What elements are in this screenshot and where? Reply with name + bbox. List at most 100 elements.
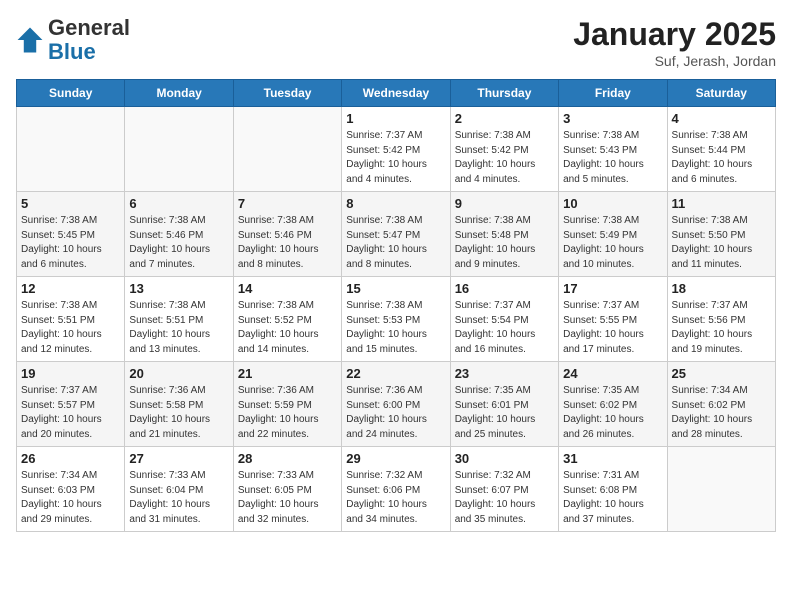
day-info: Sunrise: 7:38 AM Sunset: 5:52 PM Dayligh…: [238, 299, 337, 357]
calendar-cell: 25 Sunrise: 7:34 AM Sunset: 6:02 PM Dayli…: [667, 362, 775, 447]
calendar-week-1: 1 Sunrise: 7:37 AM Sunset: 5:42 PM Daylig…: [17, 107, 776, 192]
day-info: Sunrise: 7:37 AM Sunset: 5:57 PM Dayligh…: [21, 384, 120, 442]
calendar-cell: 13 Sunrise: 7:38 AM Sunset: 5:51 PM Dayli…: [125, 277, 233, 362]
day-number: 26: [21, 451, 120, 466]
day-number: 1: [346, 111, 445, 126]
logo-icon: [16, 26, 44, 54]
calendar-cell: 23 Sunrise: 7:35 AM Sunset: 6:01 PM Dayli…: [450, 362, 558, 447]
day-info: Sunrise: 7:36 AM Sunset: 5:58 PM Dayligh…: [129, 384, 228, 442]
day-info: Sunrise: 7:34 AM Sunset: 6:02 PM Dayligh…: [672, 384, 771, 442]
calendar-week-4: 19 Sunrise: 7:37 AM Sunset: 5:57 PM Dayli…: [17, 362, 776, 447]
day-info: Sunrise: 7:36 AM Sunset: 6:00 PM Dayligh…: [346, 384, 445, 442]
month-title: January 2025: [573, 16, 776, 53]
day-number: 19: [21, 366, 120, 381]
day-info: Sunrise: 7:35 AM Sunset: 6:01 PM Dayligh…: [455, 384, 554, 442]
day-number: 28: [238, 451, 337, 466]
logo: General Blue: [16, 16, 130, 64]
logo-general: General: [48, 15, 130, 40]
day-number: 4: [672, 111, 771, 126]
logo-blue: Blue: [48, 39, 96, 64]
day-number: 3: [563, 111, 662, 126]
day-number: 10: [563, 196, 662, 211]
calendar-cell: 12 Sunrise: 7:38 AM Sunset: 5:51 PM Dayli…: [17, 277, 125, 362]
calendar-cell: 26Sunrise: 7:34 AM Sunset: 6:03 PM Dayli…: [17, 447, 125, 532]
day-info: Sunrise: 7:32 AM Sunset: 6:07 PM Dayligh…: [455, 469, 554, 527]
title-block: January 2025 Suf, Jerash, Jordan: [573, 16, 776, 69]
calendar-cell: 11Sunrise: 7:38 AM Sunset: 5:50 PM Dayli…: [667, 192, 775, 277]
weekday-header-saturday: Saturday: [667, 80, 775, 107]
day-number: 8: [346, 196, 445, 211]
calendar-cell: 6Sunrise: 7:38 AM Sunset: 5:46 PM Daylig…: [125, 192, 233, 277]
day-number: 21: [238, 366, 337, 381]
day-number: 23: [455, 366, 554, 381]
calendar-cell: 28 Sunrise: 7:33 AM Sunset: 6:05 PM Dayli…: [233, 447, 341, 532]
calendar-cell: 18 Sunrise: 7:37 AM Sunset: 5:56 PM Dayli…: [667, 277, 775, 362]
day-info: Sunrise: 7:37 AM Sunset: 5:56 PM Dayligh…: [672, 299, 771, 357]
calendar-cell: 22 Sunrise: 7:36 AM Sunset: 6:00 PM Dayli…: [342, 362, 450, 447]
calendar-table: SundayMondayTuesdayWednesdayThursdayFrid…: [16, 79, 776, 532]
day-info: Sunrise: 7:38 AM Sunset: 5:53 PM Dayligh…: [346, 299, 445, 357]
calendar-cell: 27 Sunrise: 7:33 AM Sunset: 6:04 PM Dayli…: [125, 447, 233, 532]
calendar-cell: [17, 107, 125, 192]
logo-text: General Blue: [48, 16, 130, 64]
calendar-cell: 24 Sunrise: 7:35 AM Sunset: 6:02 PM Dayli…: [559, 362, 667, 447]
day-number: 13: [129, 281, 228, 296]
calendar-cell: 7 Sunrise: 7:38 AM Sunset: 5:46 PM Daylig…: [233, 192, 341, 277]
page-header: General Blue January 2025 Suf, Jerash, J…: [16, 16, 776, 69]
day-number: 6: [129, 196, 228, 211]
day-info: Sunrise: 7:38 AM Sunset: 5:50 PM Dayligh…: [672, 214, 771, 272]
calendar-cell: [233, 107, 341, 192]
day-info: Sunrise: 7:38 AM Sunset: 5:49 PM Dayligh…: [563, 214, 662, 272]
day-info: Sunrise: 7:38 AM Sunset: 5:51 PM Dayligh…: [129, 299, 228, 357]
calendar-cell: 19 Sunrise: 7:37 AM Sunset: 5:57 PM Dayli…: [17, 362, 125, 447]
weekday-header-sunday: Sunday: [17, 80, 125, 107]
day-info: Sunrise: 7:37 AM Sunset: 5:42 PM Dayligh…: [346, 129, 445, 187]
day-number: 22: [346, 366, 445, 381]
calendar-cell: 15 Sunrise: 7:38 AM Sunset: 5:53 PM Dayli…: [342, 277, 450, 362]
calendar-body: 1 Sunrise: 7:37 AM Sunset: 5:42 PM Daylig…: [17, 107, 776, 532]
calendar-cell: 8 Sunrise: 7:38 AM Sunset: 5:47 PM Daylig…: [342, 192, 450, 277]
day-number: 27: [129, 451, 228, 466]
day-info: Sunrise: 7:38 AM Sunset: 5:44 PM Dayligh…: [672, 129, 771, 187]
day-number: 31: [563, 451, 662, 466]
day-info: Sunrise: 7:38 AM Sunset: 5:46 PM Dayligh…: [238, 214, 337, 272]
calendar-cell: 9Sunrise: 7:38 AM Sunset: 5:48 PM Daylig…: [450, 192, 558, 277]
day-number: 15: [346, 281, 445, 296]
calendar-cell: 2Sunrise: 7:38 AM Sunset: 5:42 PM Daylig…: [450, 107, 558, 192]
day-info: Sunrise: 7:38 AM Sunset: 5:42 PM Dayligh…: [455, 129, 554, 187]
day-number: 17: [563, 281, 662, 296]
weekday-header-monday: Monday: [125, 80, 233, 107]
calendar-cell: 29Sunrise: 7:32 AM Sunset: 6:06 PM Dayli…: [342, 447, 450, 532]
calendar-cell: 1 Sunrise: 7:37 AM Sunset: 5:42 PM Daylig…: [342, 107, 450, 192]
weekday-header-row: SundayMondayTuesdayWednesdayThursdayFrid…: [17, 80, 776, 107]
day-number: 24: [563, 366, 662, 381]
day-number: 25: [672, 366, 771, 381]
calendar-cell: [125, 107, 233, 192]
calendar-week-2: 5Sunrise: 7:38 AM Sunset: 5:45 PM Daylig…: [17, 192, 776, 277]
day-info: Sunrise: 7:36 AM Sunset: 5:59 PM Dayligh…: [238, 384, 337, 442]
day-info: Sunrise: 7:32 AM Sunset: 6:06 PM Dayligh…: [346, 469, 445, 527]
day-info: Sunrise: 7:33 AM Sunset: 6:04 PM Dayligh…: [129, 469, 228, 527]
calendar-cell: 16Sunrise: 7:37 AM Sunset: 5:54 PM Dayli…: [450, 277, 558, 362]
weekday-header-friday: Friday: [559, 80, 667, 107]
day-info: Sunrise: 7:38 AM Sunset: 5:45 PM Dayligh…: [21, 214, 120, 272]
day-info: Sunrise: 7:38 AM Sunset: 5:43 PM Dayligh…: [563, 129, 662, 187]
day-number: 7: [238, 196, 337, 211]
calendar-cell: [667, 447, 775, 532]
day-info: Sunrise: 7:33 AM Sunset: 6:05 PM Dayligh…: [238, 469, 337, 527]
day-number: 9: [455, 196, 554, 211]
calendar-cell: 3 Sunrise: 7:38 AM Sunset: 5:43 PM Daylig…: [559, 107, 667, 192]
calendar-cell: 10 Sunrise: 7:38 AM Sunset: 5:49 PM Dayli…: [559, 192, 667, 277]
day-info: Sunrise: 7:37 AM Sunset: 5:55 PM Dayligh…: [563, 299, 662, 357]
location-subtitle: Suf, Jerash, Jordan: [573, 53, 776, 69]
day-number: 18: [672, 281, 771, 296]
day-number: 30: [455, 451, 554, 466]
day-number: 12: [21, 281, 120, 296]
calendar-week-3: 12 Sunrise: 7:38 AM Sunset: 5:51 PM Dayli…: [17, 277, 776, 362]
weekday-header-wednesday: Wednesday: [342, 80, 450, 107]
day-info: Sunrise: 7:38 AM Sunset: 5:47 PM Dayligh…: [346, 214, 445, 272]
calendar-cell: 5Sunrise: 7:38 AM Sunset: 5:45 PM Daylig…: [17, 192, 125, 277]
day-info: Sunrise: 7:35 AM Sunset: 6:02 PM Dayligh…: [563, 384, 662, 442]
day-info: Sunrise: 7:38 AM Sunset: 5:51 PM Dayligh…: [21, 299, 120, 357]
calendar-cell: 21 Sunrise: 7:36 AM Sunset: 5:59 PM Dayli…: [233, 362, 341, 447]
